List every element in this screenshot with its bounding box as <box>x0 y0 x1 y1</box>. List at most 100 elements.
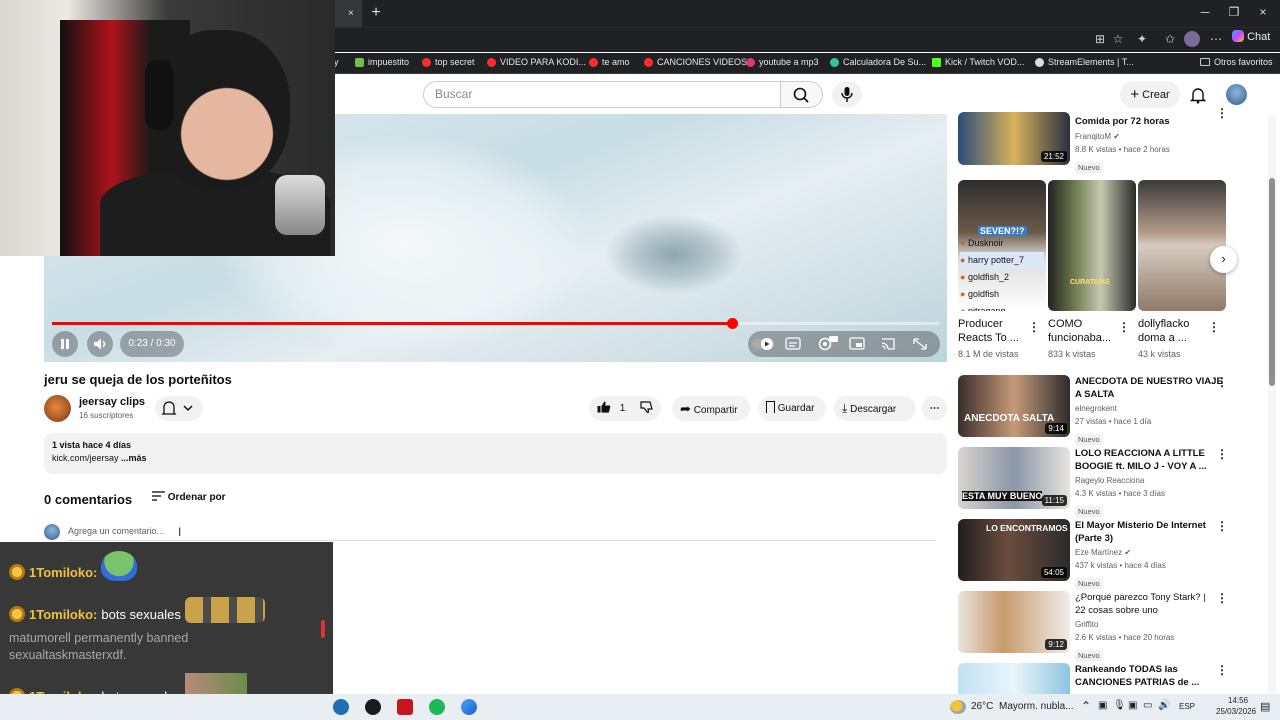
video-title[interactable]: ¿Porqué parezco Tony Stark? | 22 cosas so… <box>1075 591 1206 617</box>
video-thumbnail[interactable]: 21:52 <box>958 112 1070 165</box>
mute-button[interactable] <box>87 331 113 357</box>
video-thumbnail[interactable]: LO ENCONTRAMOS 54:05 <box>958 519 1070 581</box>
close-window-button[interactable]: × <box>1253 5 1273 19</box>
cast-icon[interactable] <box>881 338 895 350</box>
more-actions-button[interactable]: ⋯ <box>922 396 947 421</box>
bookmark-item[interactable]: top secret <box>422 57 475 67</box>
favorites-icon[interactable]: ✩ <box>1162 31 1178 47</box>
autoplay-toggle-icon[interactable] <box>752 338 774 350</box>
clock-date[interactable]: 25/03/2026 <box>1216 707 1256 716</box>
bookmark-item[interactable]: impuestito <box>355 57 409 67</box>
page-scrollbar-track[interactable] <box>1268 114 1276 694</box>
tray-app-icon[interactable]: ▣ <box>1128 700 1137 711</box>
subscription-bell-button[interactable] <box>155 396 203 421</box>
new-tab-button[interactable]: + <box>366 4 386 24</box>
video-editor-taskbar-icon[interactable] <box>397 699 413 715</box>
more-options-icon[interactable]: ⋮ <box>1216 106 1228 120</box>
short-title[interactable]: Producer Reacts To ... <box>958 317 1020 345</box>
bookmark-item[interactable]: Calculadora De Su... <box>830 57 926 67</box>
more-options-icon[interactable]: ⋮ <box>1028 320 1040 334</box>
short-thumbnail[interactable]: SEVEN?!? ● Dusknoir ● harry potter_7 ● g… <box>958 180 1046 311</box>
bookmark-item[interactable]: CANCIONES VIDEOS <box>644 57 747 67</box>
minimize-button[interactable]: ─ <box>1195 5 1215 19</box>
notifications-icon[interactable]: ▤ <box>1260 700 1270 713</box>
short-thumbnail[interactable] <box>1138 180 1226 311</box>
search-button[interactable] <box>781 81 823 108</box>
extensions-icon[interactable]: ✦ <box>1134 31 1150 47</box>
active-tab[interactable]: × <box>334 0 362 27</box>
video-thumbnail[interactable]: 9:12 <box>958 591 1070 653</box>
obs-taskbar-icon[interactable] <box>365 699 381 715</box>
subtitles-icon[interactable] <box>785 337 801 350</box>
account-avatar[interactable] <box>1226 84 1247 105</box>
bookmark-item[interactable]: Kick / Twitch VOD... <box>932 57 1024 67</box>
bookmark-item[interactable]: youtube a mp3 <box>746 57 819 67</box>
more-options-icon[interactable]: ⋮ <box>1216 375 1228 389</box>
video-title[interactable]: Comida por 72 horas <box>1075 115 1170 128</box>
channel-avatar[interactable] <box>44 395 71 422</box>
like-button[interactable]: 1 <box>589 396 661 421</box>
fullscreen-icon[interactable] <box>913 338 927 350</box>
channel-name[interactable]: elnegrokent <box>1075 402 1117 415</box>
progress-scrubber-handle[interactable] <box>727 318 739 329</box>
create-button[interactable]: + Crear <box>1120 81 1180 108</box>
download-button[interactable]: ⤓ Descargar <box>834 396 916 421</box>
sort-comments-button[interactable]: Ordenar por <box>152 491 226 504</box>
more-options-icon[interactable]: ⋮ <box>1208 320 1220 334</box>
settings-gear-icon[interactable] <box>818 336 839 351</box>
language-indicator[interactable]: ESP <box>1179 702 1195 711</box>
more-options-icon[interactable]: ⋮ <box>1216 663 1228 677</box>
dislike-button[interactable] <box>640 398 654 423</box>
edge-taskbar-icon[interactable] <box>333 699 349 715</box>
video-thumbnail[interactable]: ANECDOTA SALTA 9:14 <box>958 375 1070 437</box>
more-options-icon[interactable]: ⋮ <box>1216 519 1228 533</box>
volume-tray-icon[interactable]: 🔊 <box>1158 700 1170 711</box>
more-options-icon[interactable]: ⋮ <box>1118 320 1130 334</box>
voice-search-button[interactable] <box>832 81 862 108</box>
channel-name[interactable]: FranqitoM ✔ <box>1075 130 1120 143</box>
miniplayer-icon[interactable] <box>849 337 865 350</box>
clock-time[interactable]: 14:56 <box>1228 696 1248 705</box>
channel-name[interactable]: Griffito <box>1075 618 1098 631</box>
video-title[interactable]: Rankeando TODAS las CANCIONES PATRIAS de … <box>1075 663 1199 689</box>
comment-input[interactable]: Agrega un comentario... <box>68 526 936 541</box>
app-taskbar-icon[interactable] <box>461 699 477 715</box>
share-button[interactable]: ➦ Compartir <box>672 396 750 421</box>
show-more-link[interactable]: ...más <box>119 453 147 463</box>
more-options-icon[interactable]: ⋮ <box>1216 591 1228 605</box>
temperature[interactable]: 26°C <box>971 701 993 712</box>
chevron-up-icon[interactable]: ⌃ <box>1081 699 1091 713</box>
tab-close-icon[interactable]: × <box>348 8 354 19</box>
notifications-bell-icon[interactable] <box>1188 86 1208 104</box>
spotify-taskbar-icon[interactable] <box>429 699 445 715</box>
more-menu-icon[interactable]: ⋯ <box>1208 31 1224 47</box>
page-scrollbar-thumb[interactable] <box>1269 178 1275 386</box>
favorite-star-icon[interactable]: ☆ <box>1110 31 1126 47</box>
video-thumbnail[interactable] <box>958 663 1070 694</box>
app-grid-icon[interactable]: ⊞ <box>1092 31 1108 47</box>
short-title[interactable]: dollyflacko doma a ... <box>1138 317 1204 345</box>
description-link[interactable]: kick.com/jeersay <box>52 453 119 463</box>
save-button[interactable]: Guardar <box>758 396 826 421</box>
progress-bar[interactable] <box>52 318 939 329</box>
channel-name[interactable]: Eze Martínez ✔ <box>1075 546 1131 559</box>
channel-name[interactable]: jeersay clips <box>79 396 145 408</box>
shelf-next-button[interactable]: › <box>1210 246 1237 273</box>
short-title[interactable]: COMO funcionaba... <box>1048 317 1114 345</box>
weather-icon[interactable] <box>950 700 966 714</box>
search-input[interactable]: Buscar <box>423 81 781 108</box>
bookmark-item[interactable]: StreamElements | T... <box>1035 57 1134 67</box>
description-box[interactable] <box>44 433 947 474</box>
bookmark-item[interactable]: te amo <box>589 57 630 67</box>
pause-button[interactable] <box>52 331 78 357</box>
profile-avatar[interactable] <box>1184 31 1200 47</box>
bookmark-item[interactable]: VIDEO PARA KODI... <box>487 57 586 67</box>
copilot-chat-button[interactable]: Chat <box>1232 30 1270 43</box>
microphone-tray-icon[interactable]: 🎙 <box>1113 700 1126 711</box>
more-options-icon[interactable]: ⋮ <box>1216 447 1228 461</box>
tray-app-icon[interactable]: ▣ <box>1098 700 1107 711</box>
maximize-button[interactable]: ❐ <box>1224 5 1244 19</box>
video-title[interactable]: ANECDOTA DE NUESTRO VIAJE A SALTA <box>1075 375 1223 401</box>
video-thumbnail[interactable]: ESTA MUY BUENO 11:15 <box>958 447 1070 509</box>
other-bookmarks[interactable]: Otros favoritos <box>1200 57 1273 67</box>
